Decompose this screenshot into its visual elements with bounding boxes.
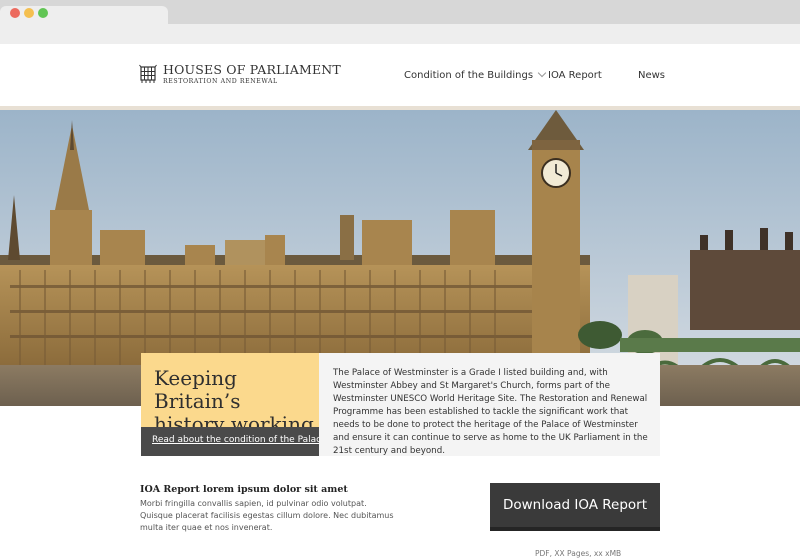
browser-chrome: [0, 0, 800, 44]
nav-label: News: [638, 70, 666, 81]
site-logo[interactable]: HOUSES OF PARLIAMENT RESTORATION AND REN…: [139, 62, 341, 88]
browser-toolbar: [0, 24, 800, 44]
ioa-report-body: Morbi fringilla convallis sapien, id pul…: [140, 499, 394, 532]
site-header: HOUSES OF PARLIAMENT RESTORATION AND REN…: [0, 44, 800, 110]
nav-ioa-report[interactable]: IOA Report: [548, 70, 602, 81]
nav-news[interactable]: News: [638, 70, 665, 81]
nav-label: Condition of the Buildings: [404, 70, 534, 81]
download-ioa-report-button[interactable]: Download IOA Report: [490, 483, 660, 531]
nav-label: IOA Report: [548, 70, 602, 81]
ioa-report-heading: IOA Report lorem ipsum dolor sit amet: [140, 484, 348, 495]
logo-title: HOUSES OF PARLIAMENT: [163, 62, 341, 77]
logo-subtitle: RESTORATION AND RENEWAL: [163, 77, 278, 85]
close-window-button[interactable]: [10, 8, 20, 18]
nav-condition-of-the-buildings[interactable]: Condition of the Buildings: [404, 68, 547, 81]
chevron-down-icon: [537, 68, 547, 78]
callout-title: Keeping Britain’s history working: [154, 366, 314, 436]
portcullis-icon: [139, 64, 157, 83]
intro-text: The Palace of Westminster is a Grade I l…: [333, 368, 648, 456]
maximize-window-button[interactable]: [38, 8, 48, 18]
condition-of-palace-link[interactable]: Read about the condition of the Palace: [152, 435, 327, 445]
minimize-window-button[interactable]: [24, 8, 34, 18]
